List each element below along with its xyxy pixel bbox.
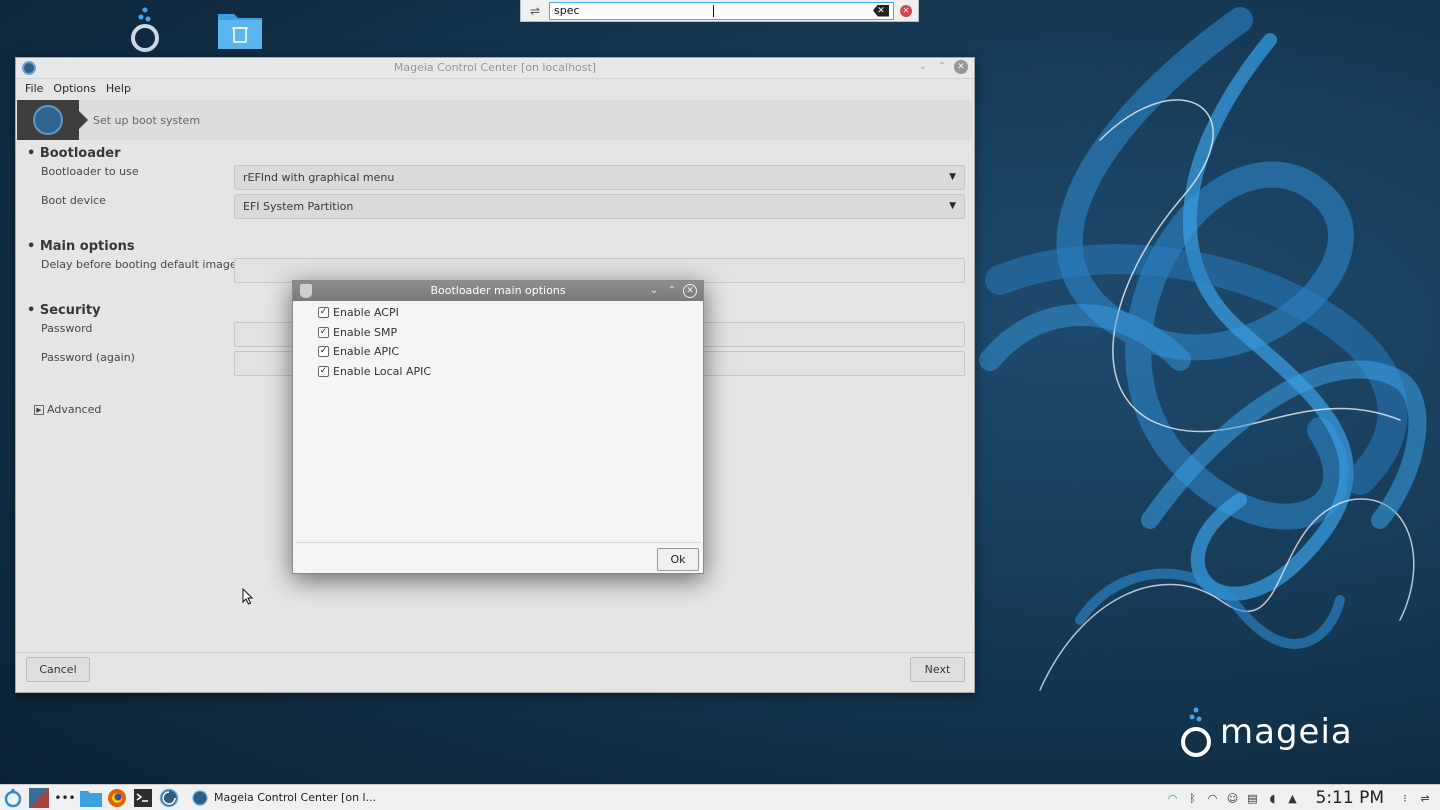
ok-button[interactable]: Ok [657, 548, 699, 571]
divider [16, 652, 974, 653]
dialog-title: Bootloader main options [430, 284, 566, 297]
search-query: spec [554, 4, 714, 17]
advanced-label: Advanced [47, 403, 102, 416]
option-label: Enable SMP [333, 325, 398, 339]
mageia-wordmark: mageia [1220, 712, 1353, 752]
bootloader-options-dialog: Bootloader main options ⌄ ⌃ ✕ ✓ Enable A… [292, 280, 704, 574]
user-icon[interactable]: ☺ [1226, 792, 1240, 805]
mageia-control-center-desktop-icon[interactable] [124, 6, 166, 52]
clear-text-icon[interactable]: ✕ [873, 4, 889, 17]
more-icon[interactable]: ••• [54, 787, 76, 809]
checkbox-checked-icon[interactable]: ✓ [318, 365, 329, 377]
mouse-pointer-icon [242, 588, 254, 605]
control-center-launcher-icon[interactable] [158, 787, 180, 809]
options-list: ✓ Enable ACPI ✓ Enable SMP ✓ Enable APIC… [318, 303, 431, 381]
dialog-app-icon [300, 284, 312, 298]
trash-folder-icon[interactable] [217, 10, 263, 50]
krunner-search-bar: ⇌ spec ✕ ✕ [520, 0, 919, 22]
section-security: Security [27, 303, 101, 318]
menu-file[interactable]: File [20, 82, 48, 95]
mcc-task-icon [192, 789, 208, 806]
wifi-icon[interactable]: ◠ [1206, 792, 1220, 805]
checkbox-checked-icon[interactable]: ✓ [318, 346, 329, 358]
file-manager-icon[interactable] [80, 787, 102, 809]
clipboard-icon[interactable]: ▤ [1246, 792, 1260, 805]
boot-device-select[interactable]: EFI System Partition ▼ [234, 194, 965, 219]
dropdown-arrow-icon: ▼ [949, 172, 956, 182]
boot-device-select-value: EFI System Partition [243, 200, 354, 213]
password-label: Password [41, 322, 93, 335]
next-button[interactable]: Next [910, 657, 965, 682]
task-label: Mageia Control Center [on l... [214, 791, 377, 804]
system-tray: ◠ ᛒ ◠ ☺ ▤ ◖ ▲ 5:11 PM ⁝ ⇌ [1166, 785, 1433, 810]
network-icon[interactable]: ◠ [1166, 792, 1180, 805]
close-icon[interactable]: ✕ [900, 4, 912, 17]
dropdown-arrow-icon: ▼ [949, 201, 956, 211]
panel-config-icon[interactable]: ⇌ [1418, 792, 1432, 805]
boot-system-icon [17, 100, 88, 140]
expand-tray-icon[interactable]: ▲ [1286, 792, 1300, 805]
clock[interactable]: 5:11 PM [1316, 788, 1385, 808]
mageia-logo: mageia [1178, 700, 1378, 760]
menu-options[interactable]: Options [48, 82, 100, 95]
dialog-close-icon[interactable]: ✕ [683, 284, 697, 298]
menubar: File Options Help [16, 79, 974, 98]
bluetooth-icon[interactable]: ᛒ [1186, 792, 1200, 805]
taskbar: ••• Mageia Control Center [on l... ◠ ᛒ ◠… [0, 784, 1440, 810]
password-again-label: Password (again) [41, 351, 135, 364]
firefox-icon[interactable] [106, 787, 128, 809]
dialog-divider [295, 542, 701, 543]
option-enable-acpi[interactable]: ✓ Enable ACPI [318, 303, 431, 323]
close-window-icon[interactable]: ✕ [954, 60, 968, 74]
delay-label: Delay before booting default image [41, 258, 237, 271]
search-input[interactable]: spec ✕ [549, 1, 894, 20]
section-bootloader: Bootloader [27, 146, 121, 161]
terminal-icon[interactable] [132, 787, 154, 809]
maximize-icon[interactable]: ⌃ [935, 60, 949, 74]
app-icon[interactable] [22, 61, 36, 75]
window-titlebar[interactable]: Mageia Control Center [on localhost] ⌄ ⌃… [16, 58, 974, 79]
window-title: Mageia Control Center [on localhost] [393, 61, 597, 74]
bootloader-select-value: rEFInd with graphical menu [243, 171, 395, 184]
panel-settings-icon[interactable]: ⁝ [1398, 792, 1412, 805]
cancel-button[interactable]: Cancel [26, 657, 90, 682]
page-banner: Set up boot system [17, 100, 973, 140]
bootloader-select[interactable]: rEFInd with graphical menu ▼ [234, 165, 965, 190]
taskbar-task-mcc[interactable]: Mageia Control Center [on l... [186, 785, 382, 810]
mageia-cauldron-icon [1181, 707, 1211, 757]
dialog-minimize-icon[interactable]: ⌄ [647, 284, 661, 298]
option-label: Enable ACPI [333, 306, 399, 320]
boot-device-label: Boot device [41, 194, 106, 207]
bootloader-to-use-label: Bootloader to use [41, 165, 139, 178]
option-enable-local-apic[interactable]: ✓ Enable Local APIC [318, 362, 431, 382]
checkbox-checked-icon[interactable]: ✓ [318, 307, 329, 319]
menu-help[interactable]: Help [101, 82, 136, 95]
application-launcher-icon[interactable] [2, 787, 24, 809]
dialog-titlebar[interactable]: Bootloader main options ⌄ ⌃ ✕ [293, 281, 703, 301]
expand-arrow-icon: ▶ [34, 404, 44, 415]
option-label: Enable Local APIC [333, 364, 432, 378]
option-label: Enable APIC [333, 345, 400, 359]
advanced-expander[interactable]: ▶ Advanced [34, 403, 101, 416]
volume-icon[interactable]: ◖ [1266, 792, 1280, 805]
minimize-icon[interactable]: ⌄ [916, 60, 930, 74]
dialog-maximize-icon[interactable]: ⌃ [665, 284, 679, 298]
option-enable-smp[interactable]: ✓ Enable SMP [318, 323, 431, 343]
option-enable-apic[interactable]: ✓ Enable APIC [318, 342, 431, 362]
desktop-pager-icon[interactable] [28, 787, 50, 809]
section-main-options: Main options [27, 239, 135, 254]
page-title: Set up boot system [93, 113, 201, 127]
configure-icon[interactable]: ⇌ [527, 4, 543, 18]
checkbox-checked-icon[interactable]: ✓ [318, 326, 329, 338]
